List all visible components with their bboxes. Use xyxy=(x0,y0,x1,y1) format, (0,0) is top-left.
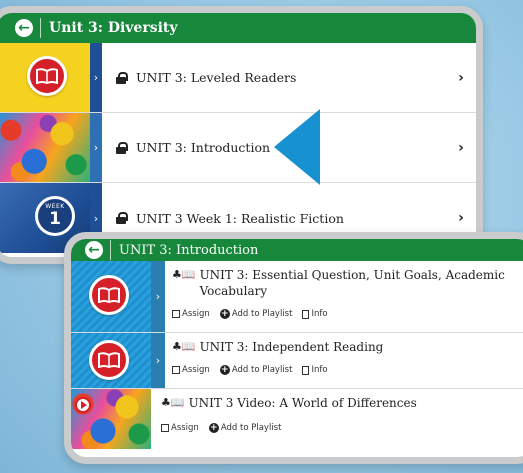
assign-button[interactable]: Assign xyxy=(172,365,210,375)
list-item-video[interactable]: ♣​📖 UNIT 3 Video: A World of Differences … xyxy=(71,389,523,449)
blue-arrow-pointer xyxy=(274,109,320,185)
resource-title: UNIT 3: Independent Reading xyxy=(199,340,384,354)
introduction-thumbnail xyxy=(0,113,90,182)
week-badge: WEEK 1 xyxy=(35,196,75,236)
expand-tab[interactable]: › xyxy=(90,43,102,112)
back-arrow-icon[interactable]: ← xyxy=(85,241,103,259)
resource-type-icon: ♣​📖 xyxy=(161,396,185,409)
expand-tab[interactable]: › xyxy=(90,113,102,182)
expand-tab[interactable]: › xyxy=(151,261,165,332)
resource-type-icon: ♣​📖 xyxy=(172,268,196,281)
info-icon xyxy=(302,365,310,375)
add-circle-icon: + xyxy=(208,423,219,433)
list-item-label: UNIT 3 Week 1: Realistic Fiction xyxy=(136,210,344,226)
unit-title: Unit 3: Diversity xyxy=(49,20,178,36)
lock-icon xyxy=(116,212,128,224)
lock-icon xyxy=(116,141,128,154)
list-item-leveled-readers[interactable]: › UNIT 3: Leveled Readers › xyxy=(0,43,476,113)
header-divider xyxy=(110,240,111,260)
expand-tab[interactable]: › xyxy=(151,333,165,388)
list-item-introduction[interactable]: › UNIT 3: Introduction › xyxy=(0,113,476,183)
resource-title: UNIT 3 Video: A World of Differences xyxy=(188,396,417,410)
add-to-playlist-button[interactable]: + Add to Playlist xyxy=(219,365,292,375)
back-arrow-icon[interactable]: ← xyxy=(15,19,33,37)
header-divider xyxy=(40,18,41,38)
introduction-panel: ← UNIT 3: Introduction › ♣​📖 UNIT 3: Esse… xyxy=(64,232,523,464)
video-thumbnail xyxy=(71,389,151,449)
unit-panel: ← Unit 3: Diversity › UNIT 3: Leveled Re… xyxy=(0,6,483,264)
book-icon xyxy=(89,275,129,315)
resource-type-icon: ♣​📖 xyxy=(172,340,196,353)
introduction-header: ← UNIT 3: Introduction xyxy=(71,239,523,261)
chevron-right-icon[interactable]: › xyxy=(446,70,476,86)
info-button[interactable]: Info xyxy=(302,365,328,375)
introduction-title: UNIT 3: Introduction xyxy=(119,242,259,258)
chevron-right-icon[interactable]: › xyxy=(446,210,476,226)
add-to-playlist-button[interactable]: + Add to Playlist xyxy=(208,423,281,433)
assign-button[interactable]: Assign xyxy=(161,423,199,433)
resource-title: UNIT 3: Essential Question, Unit Goals, … xyxy=(199,268,505,298)
add-circle-icon: + xyxy=(219,309,230,319)
book-icon xyxy=(89,340,129,380)
assign-button[interactable]: Assign xyxy=(172,309,210,319)
chevron-right-icon[interactable]: › xyxy=(446,140,476,156)
info-icon xyxy=(302,309,310,319)
list-item-label: UNIT 3: Leveled Readers xyxy=(136,70,297,85)
assign-icon xyxy=(172,366,180,374)
week-badge-number: 1 xyxy=(49,209,61,229)
assign-icon xyxy=(172,310,180,318)
book-thumbnail xyxy=(71,261,151,332)
list-item-independent-reading[interactable]: › ♣​📖 UNIT 3: Independent Reading Assign … xyxy=(71,333,523,389)
add-to-playlist-button[interactable]: + Add to Playlist xyxy=(219,309,292,319)
book-thumbnail xyxy=(71,333,151,388)
list-item-essential-question[interactable]: › ♣​📖 UNIT 3: Essential Question, Unit Go… xyxy=(71,261,523,333)
add-circle-icon: + xyxy=(219,365,230,375)
assign-icon xyxy=(161,424,169,432)
play-icon xyxy=(75,397,91,413)
lock-icon xyxy=(116,71,128,84)
leveled-readers-thumbnail xyxy=(0,43,90,112)
book-icon xyxy=(27,56,67,96)
info-button[interactable]: Info xyxy=(302,309,328,319)
unit-header: ← Unit 3: Diversity xyxy=(0,13,476,43)
